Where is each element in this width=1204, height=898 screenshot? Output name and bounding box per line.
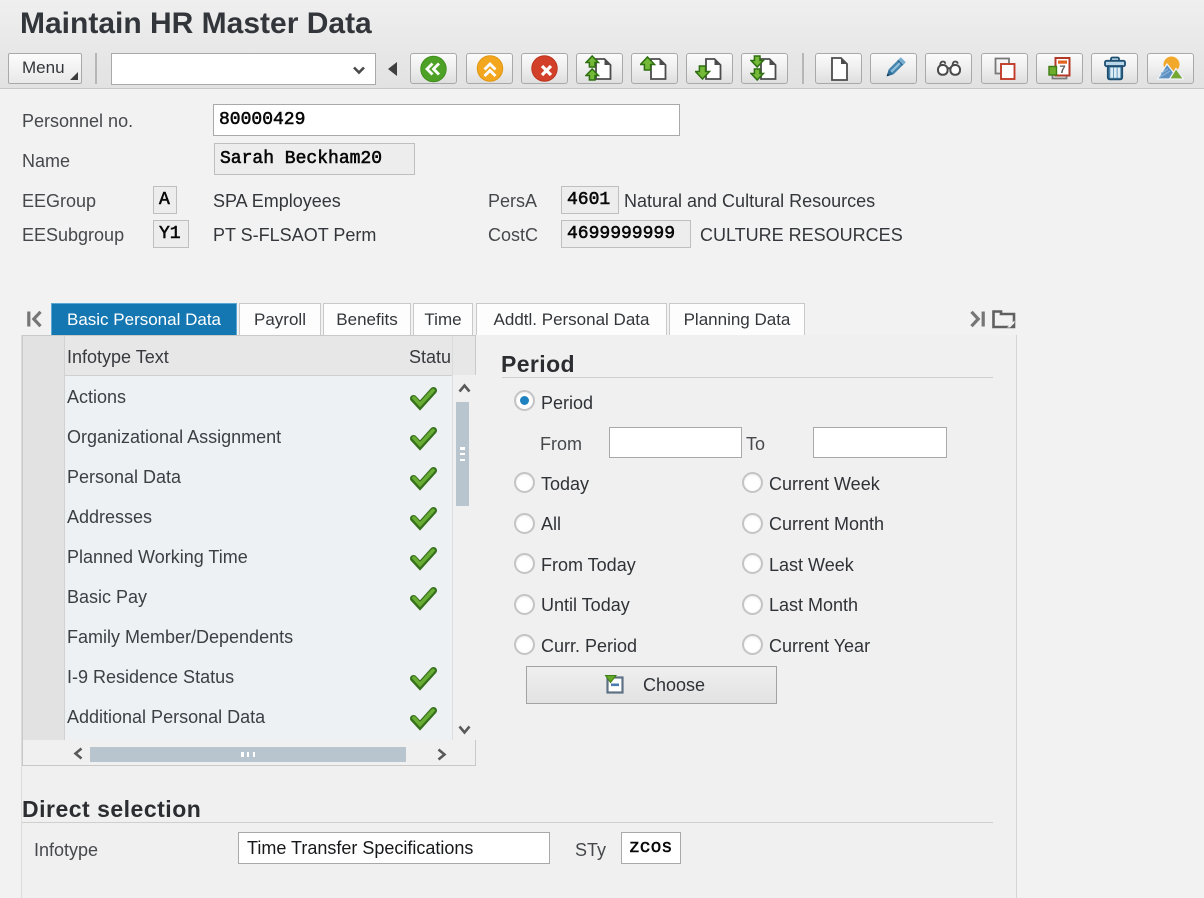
svg-text:7: 7 [1059,63,1065,75]
